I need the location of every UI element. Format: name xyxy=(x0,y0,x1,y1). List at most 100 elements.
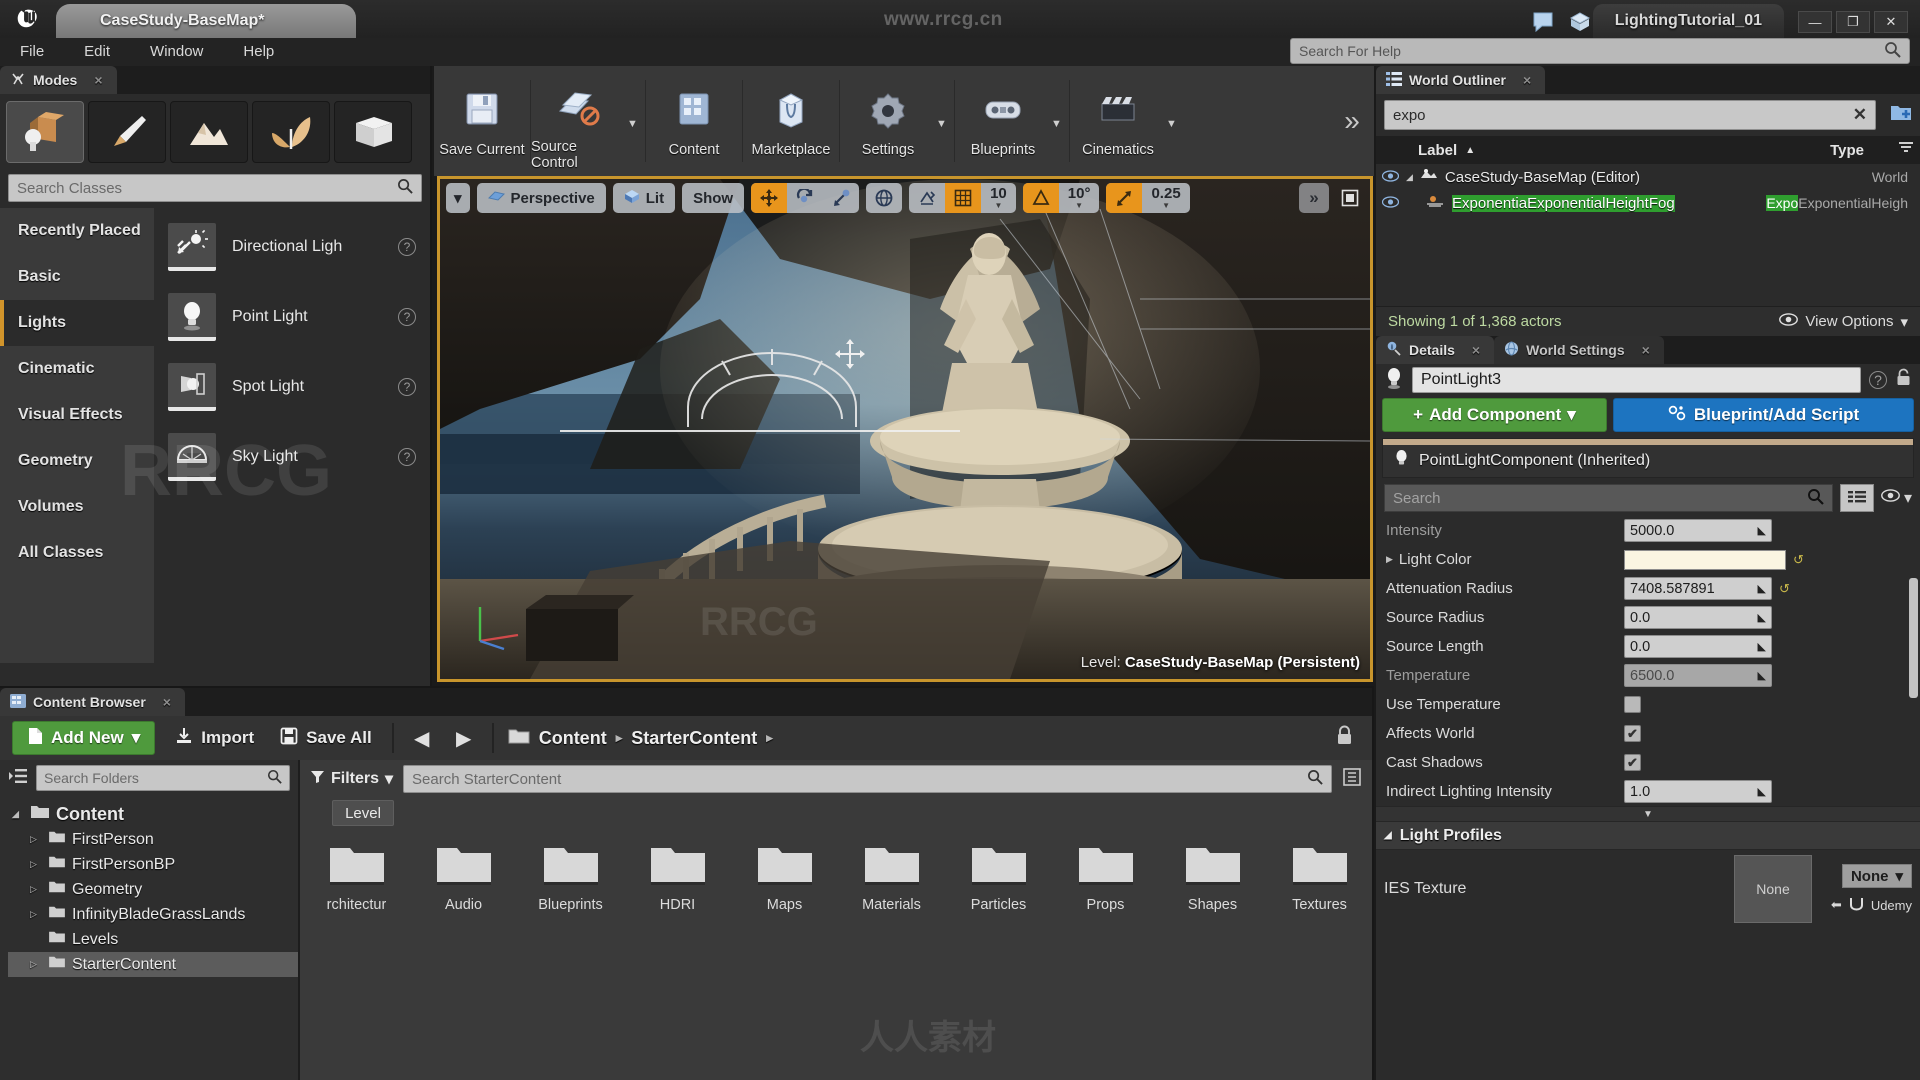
details-search-input[interactable]: Search xyxy=(1384,484,1833,512)
help-icon[interactable]: ? xyxy=(398,308,416,326)
chevron-expanded-icon[interactable]: ◢ xyxy=(1384,830,1392,841)
lock-icon[interactable] xyxy=(1895,368,1912,392)
placeable-spot-light[interactable]: Spot Light ? xyxy=(154,352,430,422)
grid-view-icon[interactable] xyxy=(1839,484,1874,512)
section-header-light-profiles[interactable]: ◢ Light Profiles xyxy=(1376,822,1920,850)
close-icon[interactable]: × xyxy=(1642,342,1650,358)
viewport-options-button[interactable]: ▾ xyxy=(446,183,470,213)
placeable-sky-light[interactable]: Sky Light ? xyxy=(154,422,430,492)
close-button[interactable]: ✕ xyxy=(1874,11,1908,33)
chevron-right-icon[interactable]: ▶ xyxy=(1386,554,1393,565)
rotation-snap-icon[interactable] xyxy=(1022,183,1059,213)
new-folder-icon[interactable] xyxy=(1890,102,1914,129)
help-icon[interactable]: ? xyxy=(1869,371,1887,389)
toolbar-overflow-button[interactable]: » xyxy=(1330,66,1374,176)
scale-snap-dropdown[interactable]: 0.25 ▼ xyxy=(1142,183,1189,213)
asset-folder-props[interactable]: Props xyxy=(1057,840,1154,913)
outliner-search-input[interactable]: expo ✕ xyxy=(1384,100,1876,130)
details-view-options-button[interactable]: ▾ xyxy=(1881,488,1912,508)
filters-button[interactable]: Filters ▾ xyxy=(310,769,393,789)
asset-folder-hdri[interactable]: HDRI xyxy=(629,840,726,913)
rotation-snap-dropdown[interactable]: 10° ▼ xyxy=(1059,183,1100,213)
cast-shadows-checkbox[interactable]: ✔ xyxy=(1624,754,1641,771)
menu-item-edit[interactable]: Edit xyxy=(64,38,130,66)
forward-button[interactable]: ▶ xyxy=(450,724,478,752)
chevron-expanded-icon[interactable]: ◢ xyxy=(12,809,24,820)
source-control-caret-icon[interactable]: ▼ xyxy=(627,71,645,171)
mode-button-paint[interactable] xyxy=(88,101,166,163)
scale-snap-icon[interactable] xyxy=(1106,183,1143,213)
chevron-right-icon[interactable]: ▷ xyxy=(30,859,42,870)
asset-search-input[interactable]: Search StarterContent xyxy=(403,765,1332,793)
folder-search-input[interactable]: Search Folders xyxy=(36,765,290,791)
category-recently-placed[interactable]: Recently Placed xyxy=(0,208,154,254)
category-lights[interactable]: Lights xyxy=(0,300,154,346)
cinematics-caret-icon[interactable]: ▼ xyxy=(1166,71,1184,171)
mode-button-foliage[interactable] xyxy=(252,101,330,163)
asset-view-options-icon[interactable] xyxy=(1342,767,1362,792)
category-basic[interactable]: Basic xyxy=(0,254,154,300)
column-label[interactable]: Label xyxy=(1382,142,1457,159)
asset-folder-materials[interactable]: Materials xyxy=(843,840,940,913)
tree-node-infinitybladegrasslands[interactable]: ▷ InfinityBladeGrassLands xyxy=(8,902,298,927)
blueprint-add-script-button[interactable]: Blueprint/Add Script xyxy=(1613,398,1914,432)
chevron-right-icon[interactable]: ▷ xyxy=(30,909,42,920)
asset-folder-maps[interactable]: Maps xyxy=(736,840,833,913)
affects-world-checkbox[interactable]: ✔ xyxy=(1624,725,1641,742)
viewport-overflow-button[interactable]: » xyxy=(1299,183,1329,213)
outliner-view-options-button[interactable]: View Options ▾ xyxy=(1779,313,1908,331)
tree-node-geometry[interactable]: ▷ Geometry xyxy=(8,877,298,902)
use-temperature-checkbox[interactable] xyxy=(1624,696,1641,713)
asset-folder-textures[interactable]: Textures xyxy=(1271,840,1368,913)
reset-icon[interactable]: ↺ xyxy=(1779,581,1795,597)
category-visual-effects[interactable]: Visual Effects xyxy=(0,392,154,438)
menu-item-help[interactable]: Help xyxy=(223,38,294,66)
toolbar-marketplace[interactable]: Marketplace xyxy=(743,71,839,171)
breadcrumb-content[interactable]: Content xyxy=(539,728,607,749)
menu-item-window[interactable]: Window xyxy=(130,38,223,66)
chevron-right-icon[interactable]: ▷ xyxy=(30,834,42,845)
tree-node-firstpersonbp[interactable]: ▷ FirstPersonBP xyxy=(8,852,298,877)
chevron-right-icon[interactable]: ▷ xyxy=(30,884,42,895)
tree-node-content[interactable]: ◢ Content xyxy=(8,802,298,827)
project-tab[interactable]: CaseStudy-BaseMap* xyxy=(56,4,356,38)
spinner-icon[interactable]: ◣ xyxy=(1758,524,1766,537)
outliner-row-exponentialheightfog[interactable]: ExponentiaExponentialHeightFog ExpoExpon… xyxy=(1376,190,1920,216)
eye-icon[interactable] xyxy=(1381,169,1400,186)
settings-caret-icon[interactable]: ▼ xyxy=(936,71,954,171)
save-all-button[interactable]: Save All xyxy=(274,721,378,755)
spinner-icon[interactable]: ◣ xyxy=(1758,669,1766,682)
toolbar-source-control[interactable]: Source Control xyxy=(531,71,627,171)
details-scrollbar[interactable] xyxy=(1909,578,1918,698)
toolbar-cinematics[interactable]: Cinematics xyxy=(1070,71,1166,171)
grid-size-dropdown[interactable]: 10 ▼ xyxy=(981,183,1016,213)
translate-gizmo-icon[interactable] xyxy=(751,183,788,213)
viewport-show-menu-button[interactable]: Show xyxy=(682,183,745,213)
temperature-input[interactable]: 6500.0 ◣ xyxy=(1624,664,1772,687)
close-icon[interactable]: × xyxy=(1523,72,1531,88)
level-tab[interactable]: LightingTutorial_01 xyxy=(1592,4,1784,38)
component-row-pointlightcomponent[interactable]: PointLightComponent (Inherited) xyxy=(1383,445,1913,477)
attenuation-radius-input[interactable]: 7408.587891 ◣ xyxy=(1624,577,1772,600)
asset-folder-audio[interactable]: Audio xyxy=(415,840,512,913)
blueprints-caret-icon[interactable]: ▼ xyxy=(1051,71,1069,171)
category-geometry[interactable]: Geometry xyxy=(0,438,154,484)
tab-world-settings[interactable]: World Settings × xyxy=(1494,336,1664,364)
viewport-viewmode-button[interactable]: Lit xyxy=(612,183,676,213)
import-button[interactable]: Import xyxy=(169,721,260,755)
tree-collapse-icon[interactable] xyxy=(8,767,28,790)
intensity-input[interactable]: 5000.0 ◣ xyxy=(1624,519,1772,542)
minimize-button[interactable]: — xyxy=(1798,11,1832,33)
tab-world-outliner[interactable]: World Outliner × xyxy=(1376,66,1546,94)
ies-texture-dropdown[interactable]: None ▾ xyxy=(1841,864,1912,888)
placeable-point-light[interactable]: Point Light ? xyxy=(154,282,430,352)
spinner-icon[interactable]: ◣ xyxy=(1758,640,1766,653)
back-button[interactable]: ◀ xyxy=(408,724,436,752)
breadcrumb-startercontent[interactable]: StarterContent xyxy=(631,728,757,749)
feedback-icon[interactable] xyxy=(1531,10,1557,34)
column-settings-icon[interactable] xyxy=(1898,141,1914,159)
tab-content-browser[interactable]: Content Browser × xyxy=(0,688,185,716)
close-icon[interactable]: × xyxy=(1472,342,1480,358)
world-space-icon[interactable] xyxy=(866,183,902,213)
eye-icon[interactable] xyxy=(1381,195,1400,212)
